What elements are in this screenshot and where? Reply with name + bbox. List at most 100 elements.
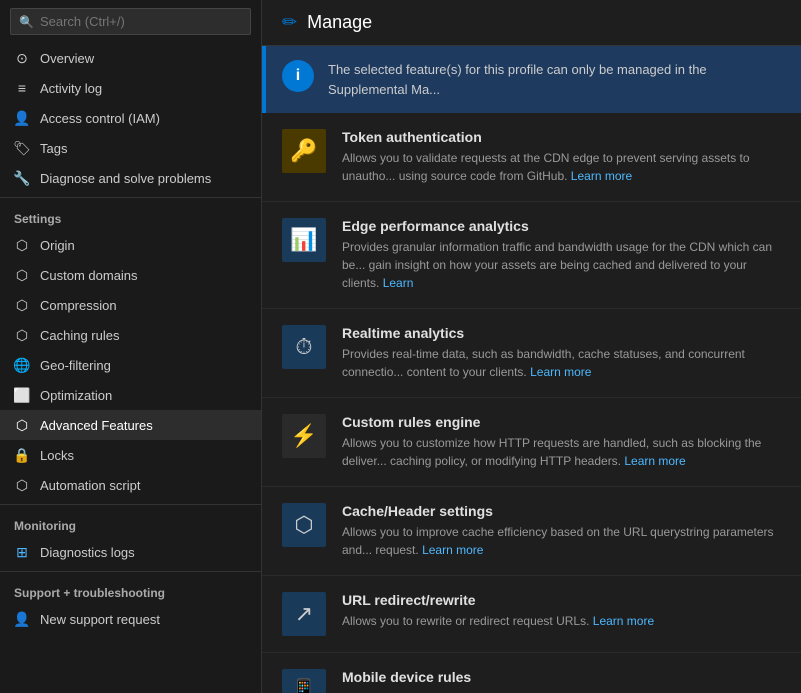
cache-header-desc: Allows you to improve cache efficiency b…: [342, 523, 781, 559]
sidebar-item-tags[interactable]: 🏷 Tags: [0, 133, 261, 163]
person-icon: 👤: [14, 110, 30, 126]
origin-icon: ⬡: [14, 237, 30, 253]
url-redirect-learn-more-link[interactable]: Learn more: [593, 614, 654, 628]
sidebar-item-new-support-request[interactable]: 👤 New support request: [0, 604, 261, 634]
url-redirect-desc: Allows you to rewrite or redirect reques…: [342, 612, 781, 630]
custom-rules-icon: ⚡: [282, 414, 326, 458]
search-box[interactable]: 🔍: [10, 8, 251, 35]
sidebar-item-label: Advanced Features: [40, 418, 153, 433]
mobile-rules-title: Mobile device rules: [342, 669, 781, 685]
sidebar-item-caching-rules[interactable]: ⬡ Caching rules: [0, 320, 261, 350]
activity-log-icon: ≡: [14, 80, 30, 96]
token-auth-content: Token authentication Allows you to valid…: [342, 129, 781, 185]
sidebar-item-label: Automation script: [40, 478, 140, 493]
compression-icon: ⬡: [14, 297, 30, 313]
info-banner-text: The selected feature(s) for this profile…: [328, 60, 785, 99]
support-section-label: Support + troubleshooting: [0, 576, 261, 604]
cache-header-learn-more-link[interactable]: Learn more: [422, 543, 483, 557]
settings-section-label: Settings: [0, 202, 261, 230]
sidebar-item-diagnostics-logs[interactable]: ⊞ Diagnostics logs: [0, 537, 261, 567]
info-banner: i The selected feature(s) for this profi…: [262, 46, 801, 113]
caching-icon: ⬡: [14, 327, 30, 343]
main-content: ✏ Manage i The selected feature(s) for t…: [262, 0, 801, 693]
edge-perf-desc: Provides granular information traffic an…: [342, 238, 781, 292]
mobile-rules-desc: Allows you to customize rules to deliver…: [342, 689, 781, 693]
edge-perf-title: Edge performance analytics: [342, 218, 781, 234]
cache-header-title: Cache/Header settings: [342, 503, 781, 519]
token-auth-learn-more-link[interactable]: Learn more: [571, 169, 632, 183]
sidebar-item-label: Access control (IAM): [40, 111, 160, 126]
sidebar-item-automation-script[interactable]: ⬡ Automation script: [0, 470, 261, 500]
domains-icon: ⬡: [14, 267, 30, 283]
sidebar-item-locks[interactable]: 🔒 Locks: [0, 440, 261, 470]
realtime-analytics-learn-more-link[interactable]: Learn more: [530, 365, 591, 379]
sidebar-item-origin[interactable]: ⬡ Origin: [0, 230, 261, 260]
sidebar-item-label: Locks: [40, 448, 74, 463]
sidebar-item-diagnose[interactable]: 🔧 Diagnose and solve problems: [0, 163, 261, 193]
edge-perf-learn-more-link[interactable]: Learn: [383, 276, 414, 290]
feature-item-token-auth[interactable]: 🔑 Token authentication Allows you to val…: [262, 113, 801, 202]
wrench-icon: 🔧: [14, 170, 30, 186]
feature-item-realtime-analytics[interactable]: ⏱ Realtime analytics Provides real-time …: [262, 309, 801, 398]
mobile-rules-icon: 📱: [282, 669, 326, 693]
sidebar-item-label: Origin: [40, 238, 75, 253]
sidebar-item-label: Optimization: [40, 388, 112, 403]
token-auth-icon: 🔑: [282, 129, 326, 173]
custom-rules-title: Custom rules engine: [342, 414, 781, 430]
sidebar-item-access-control[interactable]: 👤 Access control (IAM): [0, 103, 261, 133]
sidebar-item-label: Compression: [40, 298, 117, 313]
cache-header-icon: ⬡: [282, 503, 326, 547]
sidebar-item-label: Diagnostics logs: [40, 545, 135, 560]
manage-icon: ✏: [282, 12, 297, 33]
search-icon: 🔍: [19, 15, 34, 29]
monitoring-section-label: Monitoring: [0, 509, 261, 537]
feature-item-custom-rules[interactable]: ⚡ Custom rules engine Allows you to cust…: [262, 398, 801, 487]
sidebar: 🔍 ⊙ Overview ≡ Activity log 👤 Access con…: [0, 0, 262, 693]
search-input[interactable]: [40, 14, 242, 29]
features-container: 🔑 Token authentication Allows you to val…: [262, 113, 801, 693]
custom-rules-desc: Allows you to customize how HTTP request…: [342, 434, 781, 470]
sidebar-item-geo-filtering[interactable]: 🌐 Geo-filtering: [0, 350, 261, 380]
realtime-analytics-content: Realtime analytics Provides real-time da…: [342, 325, 781, 381]
feature-item-url-redirect[interactable]: ↗ URL redirect/rewrite Allows you to rew…: [262, 576, 801, 653]
sidebar-item-label: Custom domains: [40, 268, 138, 283]
sidebar-item-label: Overview: [40, 51, 94, 66]
info-icon: i: [282, 60, 314, 92]
sidebar-item-activity-log[interactable]: ≡ Activity log: [0, 73, 261, 103]
sidebar-item-overview[interactable]: ⊙ Overview: [0, 43, 261, 73]
support-icon: 👤: [14, 611, 30, 627]
advanced-icon: ⬡: [14, 417, 30, 433]
mobile-rules-content: Mobile device rules Allows you to custom…: [342, 669, 781, 693]
feature-list: i The selected feature(s) for this profi…: [262, 46, 801, 693]
lock-icon: 🔒: [14, 447, 30, 463]
feature-item-edge-perf[interactable]: 📊 Edge performance analytics Provides gr…: [262, 202, 801, 309]
optimization-icon: ⬜: [14, 387, 30, 403]
realtime-analytics-title: Realtime analytics: [342, 325, 781, 341]
feature-item-cache-header[interactable]: ⬡ Cache/Header settings Allows you to im…: [262, 487, 801, 576]
custom-rules-learn-more-link[interactable]: Learn more: [624, 454, 685, 468]
sidebar-item-label: Caching rules: [40, 328, 120, 343]
cache-header-content: Cache/Header settings Allows you to impr…: [342, 503, 781, 559]
diagnostics-icon: ⊞: [14, 544, 30, 560]
sidebar-item-compression[interactable]: ⬡ Compression: [0, 290, 261, 320]
tag-icon: 🏷: [14, 140, 30, 156]
token-auth-desc: Allows you to validate requests at the C…: [342, 149, 781, 185]
sidebar-item-label: Activity log: [40, 81, 102, 96]
realtime-analytics-icon: ⏱: [282, 325, 326, 369]
sidebar-item-custom-domains[interactable]: ⬡ Custom domains: [0, 260, 261, 290]
page-header: ✏ Manage: [262, 0, 801, 46]
sidebar-item-label: Geo-filtering: [40, 358, 111, 373]
custom-rules-content: Custom rules engine Allows you to custom…: [342, 414, 781, 470]
sidebar-item-optimization[interactable]: ⬜ Optimization: [0, 380, 261, 410]
sidebar-item-label: New support request: [40, 612, 160, 627]
feature-item-mobile-rules[interactable]: 📱 Mobile device rules Allows you to cust…: [262, 653, 801, 693]
url-redirect-content: URL redirect/rewrite Allows you to rewri…: [342, 592, 781, 630]
edge-perf-content: Edge performance analytics Provides gran…: [342, 218, 781, 292]
sidebar-item-advanced-features[interactable]: ⬡ Advanced Features: [0, 410, 261, 440]
url-redirect-icon: ↗: [282, 592, 326, 636]
token-auth-title: Token authentication: [342, 129, 781, 145]
sidebar-item-label: Diagnose and solve problems: [40, 171, 211, 186]
url-redirect-title: URL redirect/rewrite: [342, 592, 781, 608]
edge-perf-icon: 📊: [282, 218, 326, 262]
script-icon: ⬡: [14, 477, 30, 493]
